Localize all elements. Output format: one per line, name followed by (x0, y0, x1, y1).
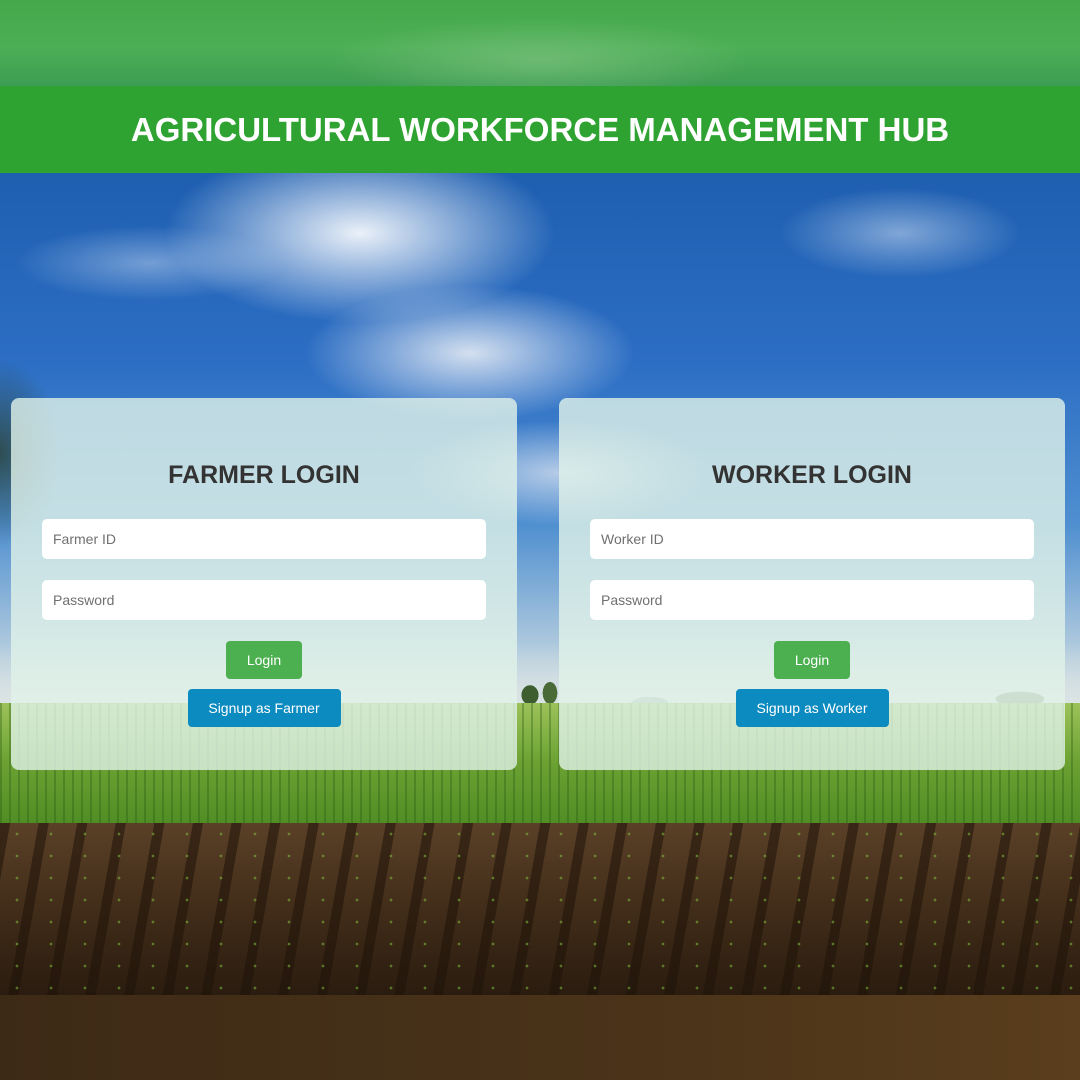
worker-login-card: WORKER LOGIN Login Signup as Worker (559, 398, 1065, 770)
worker-login-button[interactable]: Login (774, 641, 850, 679)
farmer-signup-button[interactable]: Signup as Farmer (187, 689, 341, 727)
farmer-password-input[interactable] (42, 580, 486, 620)
farmer-id-input[interactable] (42, 519, 486, 559)
worker-login-title: WORKER LOGIN (712, 461, 912, 489)
farmer-login-button[interactable]: Login (226, 641, 302, 679)
site-header: AGRICULTURAL WORKFORCE MANAGEMENT HUB (0, 86, 1080, 173)
farmer-login-title: FARMER LOGIN (168, 461, 360, 489)
worker-id-input[interactable] (590, 519, 1034, 559)
worker-password-input[interactable] (590, 580, 1034, 620)
top-banner-strip (0, 0, 1080, 86)
soil-sprouts (0, 823, 1080, 995)
farmer-login-card: FARMER LOGIN Login Signup as Farmer (11, 398, 517, 770)
page-title: AGRICULTURAL WORKFORCE MANAGEMENT HUB (130, 110, 950, 148)
worker-signup-button[interactable]: Signup as Worker (735, 689, 889, 727)
bottom-banner-strip (0, 995, 1080, 1080)
